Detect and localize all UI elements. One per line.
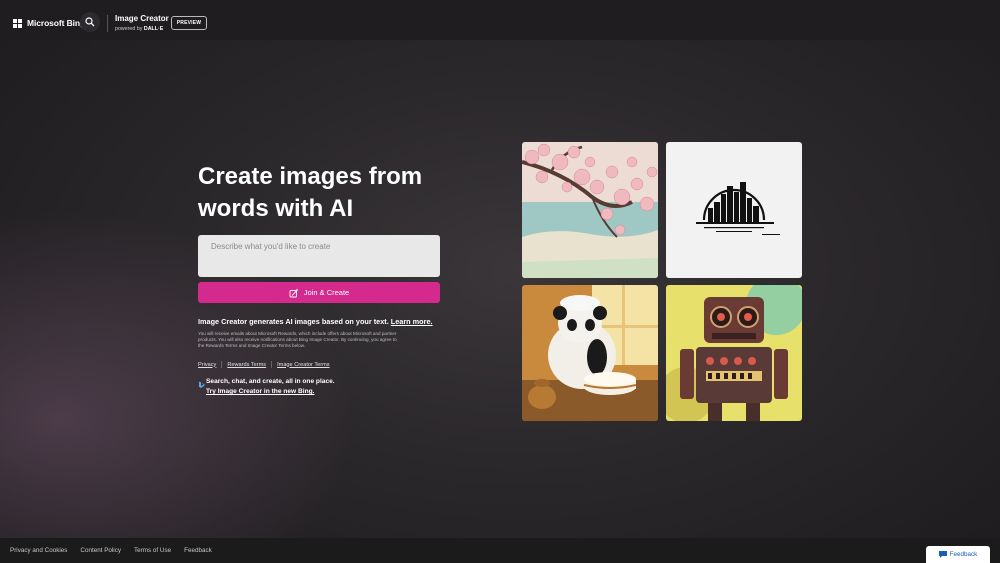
info-text: Image Creator generates AI images based … [198,317,433,326]
preview-badge: PREVIEW [171,16,207,30]
footer-privacy-link[interactable]: Privacy and Cookies [10,547,67,554]
link-separator [221,361,223,368]
bing-logo[interactable]: Microsoft Bing [13,18,85,28]
footer-feedback-link[interactable]: Feedback [184,547,212,554]
powered-by: powered by DALL·E [115,26,164,32]
legal-links: Privacy Rewards Terms Image Creator Term… [198,361,330,368]
create-wand-icon [289,288,299,298]
privacy-link[interactable]: Privacy [198,362,216,368]
top-bar: Microsoft Bing Image Creator powered by … [0,0,1000,40]
sample-image-panda-baking[interactable] [522,285,658,421]
promo-text: Search, chat, and create, all in one pla… [206,378,335,385]
try-new-bing-link[interactable]: Try Image Creator in the new Bing. [206,388,314,395]
rewards-disclaimer: You will receive emails about Microsoft … [198,331,397,349]
footer-content-policy-link[interactable]: Content Policy [80,547,121,554]
create-button-label: Join & Create [303,288,350,297]
microsoft-logo-icon [13,18,22,28]
sample-image-cherry-blossoms[interactable] [522,142,658,278]
learn-more-link[interactable]: Learn more. [391,317,433,326]
feedback-button[interactable]: Feedback [926,546,990,563]
footer: Privacy and Cookies Content Policy Terms… [0,538,1000,563]
rewards-terms-link[interactable]: Rewards Terms [227,362,266,368]
search-icon [85,17,95,27]
brand-name: Microsoft Bing [27,18,86,28]
dalle-brand: DALL·E [143,26,164,32]
page-title: Create images from words with AI [198,163,423,222]
footer-terms-link[interactable]: Terms of Use [134,547,171,554]
image-creator-terms-link[interactable]: Image Creator Terms [277,362,329,368]
sample-image-robot[interactable] [666,285,802,421]
join-and-create-button[interactable]: Join & Create [198,282,440,303]
bing-chat-icon [198,376,205,394]
prompt-input[interactable] [198,235,440,277]
sample-image-city-skyline[interactable] [666,142,802,278]
app-title[interactable]: Image Creator [115,14,169,23]
link-separator [271,361,273,368]
background [0,40,1000,538]
feedback-icon [938,551,947,558]
search-button[interactable] [80,12,100,32]
header-divider [107,15,108,32]
